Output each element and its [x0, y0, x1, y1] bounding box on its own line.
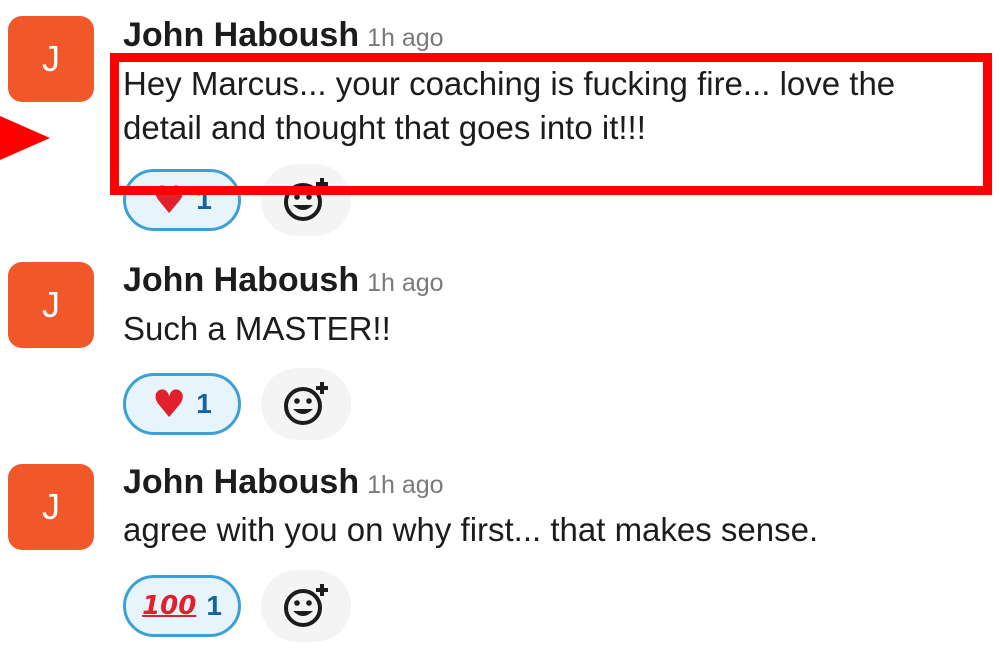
- add-reaction-button[interactable]: [261, 368, 351, 440]
- message-line: agree with you on why first... that make…: [123, 511, 819, 548]
- reaction-bar: ♥ 1: [123, 368, 351, 440]
- message-text: Hey Marcus... your coaching is fucking f…: [123, 62, 895, 150]
- avatar[interactable]: J: [8, 464, 94, 550]
- reaction-bar: ♥ 1: [123, 164, 351, 236]
- heart-reaction-button[interactable]: ♥ 1: [123, 169, 241, 231]
- avatar[interactable]: J: [8, 262, 94, 348]
- hundred-points-reaction-button[interactable]: 100 1: [123, 575, 241, 637]
- avatar-initial: J: [42, 486, 60, 527]
- add-reaction-icon: [284, 178, 328, 221]
- red-arrow-icon: [0, 116, 50, 160]
- add-reaction-icon: [284, 584, 328, 627]
- reaction-count: 1: [206, 590, 222, 621]
- author-name[interactable]: John Haboush: [123, 16, 359, 54]
- add-reaction-icon: [284, 382, 328, 425]
- message-text: agree with you on why first... that make…: [123, 508, 818, 552]
- heart-emoji-icon: ♥: [152, 382, 187, 426]
- avatar[interactable]: J: [8, 16, 94, 102]
- add-reaction-button[interactable]: [261, 570, 351, 642]
- timestamp[interactable]: 1h ago: [367, 269, 443, 297]
- message-header: John Haboush 1h ago: [123, 463, 444, 502]
- message-text: Such a MASTER!!: [123, 307, 391, 351]
- heart-reaction-button[interactable]: ♥ 1: [123, 373, 241, 435]
- author-name[interactable]: John Haboush: [123, 463, 359, 501]
- author-name[interactable]: John Haboush: [123, 261, 359, 299]
- reaction-bar: 100 1: [123, 570, 351, 642]
- message-line: Hey Marcus... your coaching is fucking f…: [123, 65, 896, 102]
- message-header: John Haboush 1h ago: [123, 16, 444, 55]
- message-header: John Haboush 1h ago: [123, 261, 444, 300]
- message-line: detail and thought that goes into it!!!: [123, 109, 646, 146]
- reaction-count: 1: [196, 184, 212, 215]
- timestamp[interactable]: 1h ago: [367, 471, 443, 499]
- message-feed: J John Haboush 1h ago Hey Marcus... your …: [0, 0, 1000, 654]
- avatar-initial: J: [42, 38, 60, 79]
- hundred-points-emoji-icon: 100: [142, 591, 197, 621]
- heart-emoji-icon: ♥: [152, 178, 187, 222]
- reaction-count: 1: [196, 388, 212, 419]
- avatar-initial: J: [42, 284, 60, 325]
- add-reaction-button[interactable]: [261, 164, 351, 236]
- timestamp[interactable]: 1h ago: [367, 24, 443, 52]
- message-line: Such a MASTER!!: [123, 310, 391, 347]
